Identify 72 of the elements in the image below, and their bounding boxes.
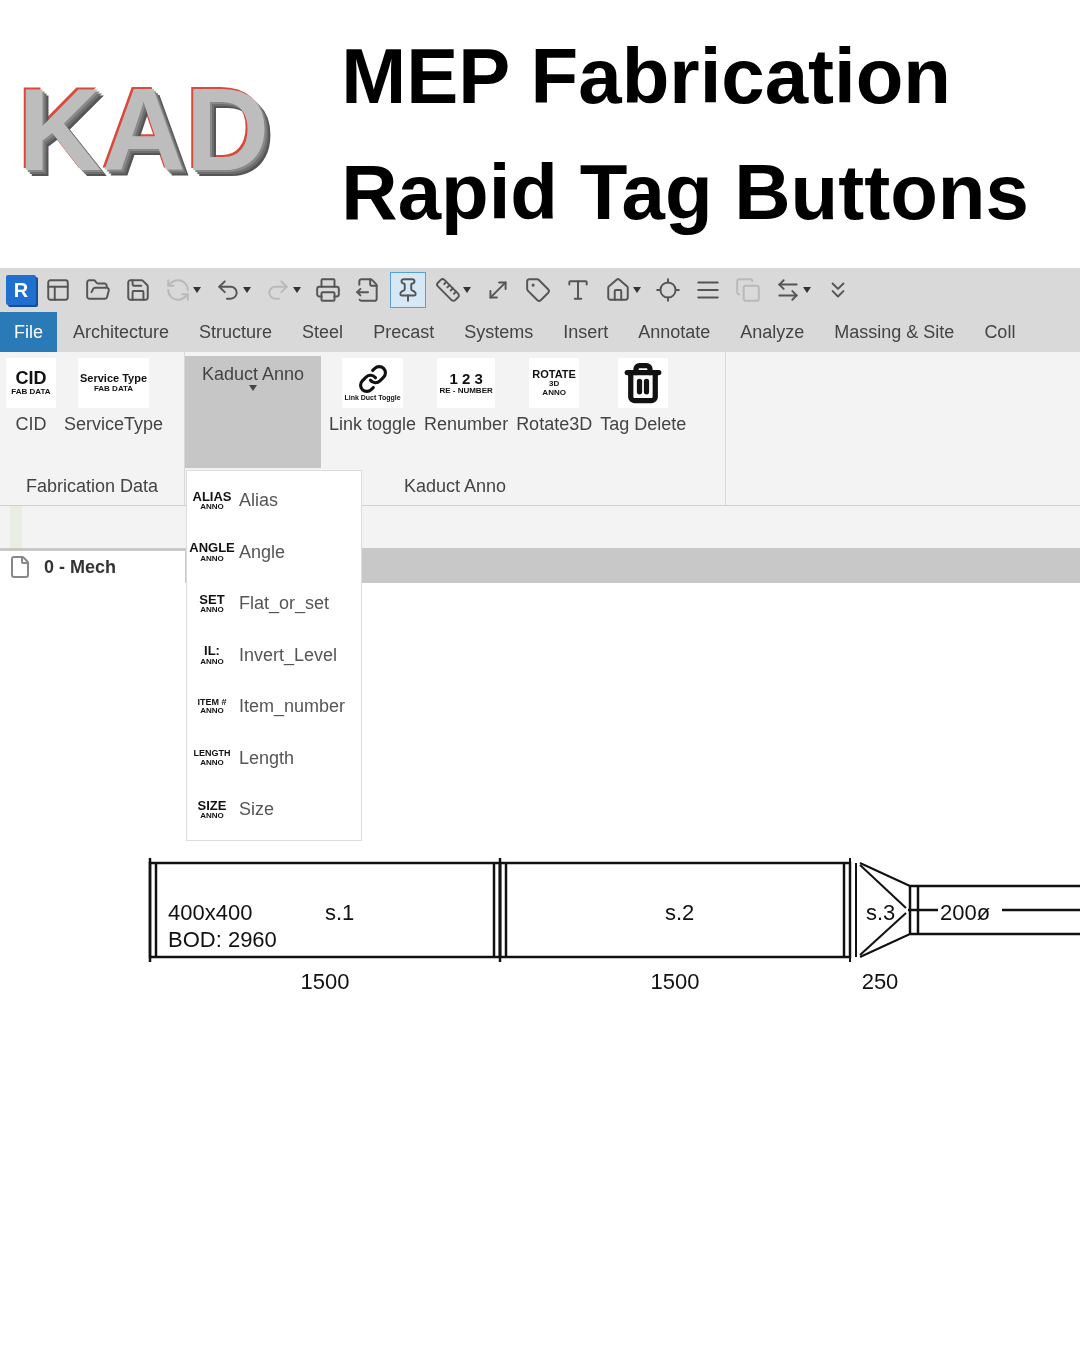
ribbon-button[interactable]: Service Type FAB DATA ServiceType: [64, 356, 164, 467]
panel-title: Kaduct Anno: [403, 475, 507, 498]
split-dropdown-button[interactable]: Kaduct Anno: [185, 356, 321, 468]
tag-icon: SIZE ANNO: [193, 789, 231, 830]
dimension-label: 1500: [300, 969, 350, 994]
sync-icon: [165, 277, 191, 303]
copy-icon: [735, 277, 761, 303]
ribbon-tab[interactable]: Insert: [549, 312, 623, 352]
ribbon-tab[interactable]: Coll: [970, 312, 1030, 352]
print-icon: [315, 277, 341, 303]
save-icon: [125, 277, 151, 303]
view-icon: [8, 555, 32, 579]
caret-icon: [633, 287, 641, 293]
text-icon: [565, 277, 591, 303]
ribbon-button[interactable]: Tag Delete: [600, 356, 687, 468]
ribbon-button[interactable]: CID FAB DATA CID: [6, 356, 56, 467]
view-title: 0 - Mech: [44, 556, 117, 578]
menu-item[interactable]: SET ANNO Flat_or_set: [187, 578, 361, 630]
tool-icon: [618, 358, 669, 408]
folder-icon: [85, 277, 111, 303]
undo-icon: [215, 277, 241, 303]
tag-icon: ITEM # ANNO: [193, 686, 231, 727]
switch-windows-icon: [775, 277, 801, 303]
duct-note: 400x400: [168, 900, 253, 925]
menu-item[interactable]: IL: ANNO Invert_Level: [187, 629, 361, 681]
tool-icon: ROTATE 3D ANNO: [529, 358, 580, 408]
caret-icon: [293, 287, 301, 293]
tag-icon: [525, 277, 551, 303]
tag-icon: SET ANNO: [193, 583, 231, 624]
ribbon-tab[interactable]: Architecture: [59, 312, 184, 352]
app-logo[interactable]: R: [6, 275, 36, 305]
duct-note: BOD: 2960: [168, 927, 277, 952]
page-title: MEP Fabrication: [341, 31, 952, 122]
tool-icon: 1 2 3 RE - NUMBER: [437, 358, 495, 408]
ribbon-tab[interactable]: File: [0, 312, 57, 352]
segment-label: s.2: [665, 900, 695, 925]
ribbon-tab[interactable]: Structure: [185, 312, 287, 352]
status-strip: [10, 506, 22, 548]
page-title: Rapid Tag Buttons: [341, 147, 1029, 238]
ribbon-tab[interactable]: Precast: [359, 312, 449, 352]
caret-icon: [193, 287, 201, 293]
tool-icon: CID FAB DATA: [6, 358, 56, 408]
caret-icon: [243, 287, 251, 293]
export-icon: [355, 277, 381, 303]
ribbon-tab[interactable]: Analyze: [726, 312, 819, 352]
tag-icon: IL: ANNO: [193, 635, 231, 676]
segment-label: 200ø: [940, 900, 991, 925]
menu-item[interactable]: ITEM # ANNO Item_number: [187, 681, 361, 733]
logo: KAD: [17, 64, 271, 198]
ribbon-tab[interactable]: Annotate: [624, 312, 725, 352]
dimension-label: 1500: [650, 969, 700, 994]
redo-icon: [265, 277, 291, 303]
properties-icon: [45, 277, 71, 303]
segment-label: s.1: [325, 900, 355, 925]
ruler-icon: [435, 277, 461, 303]
segment-label: s.3: [866, 900, 896, 925]
ribbon-tab[interactable]: Steel: [288, 312, 358, 352]
caret-icon: [249, 385, 257, 391]
tag-icon: LENGTH ANNO: [193, 738, 231, 779]
ribbon-tab[interactable]: Massing & Site: [820, 312, 969, 352]
panel-title: Fabrication Data: [25, 474, 159, 498]
ribbon-button[interactable]: 1 2 3 RE - NUMBER Renumber: [424, 356, 509, 468]
caret-icon: [803, 287, 811, 293]
ribbon-tab[interactable]: Systems: [450, 312, 548, 352]
ribbon-button[interactable]: ROTATE 3D ANNO Rotate3D: [516, 356, 593, 468]
locate-icon: [655, 277, 681, 303]
dimension-label: 250: [861, 969, 899, 994]
caret-icon: [463, 287, 471, 293]
tool-icon: Service Type FAB DATA: [78, 358, 150, 408]
home-icon: [605, 277, 631, 303]
tag-icon: ALIAS ANNO: [193, 480, 231, 521]
toolbar-button[interactable]: [390, 272, 426, 308]
